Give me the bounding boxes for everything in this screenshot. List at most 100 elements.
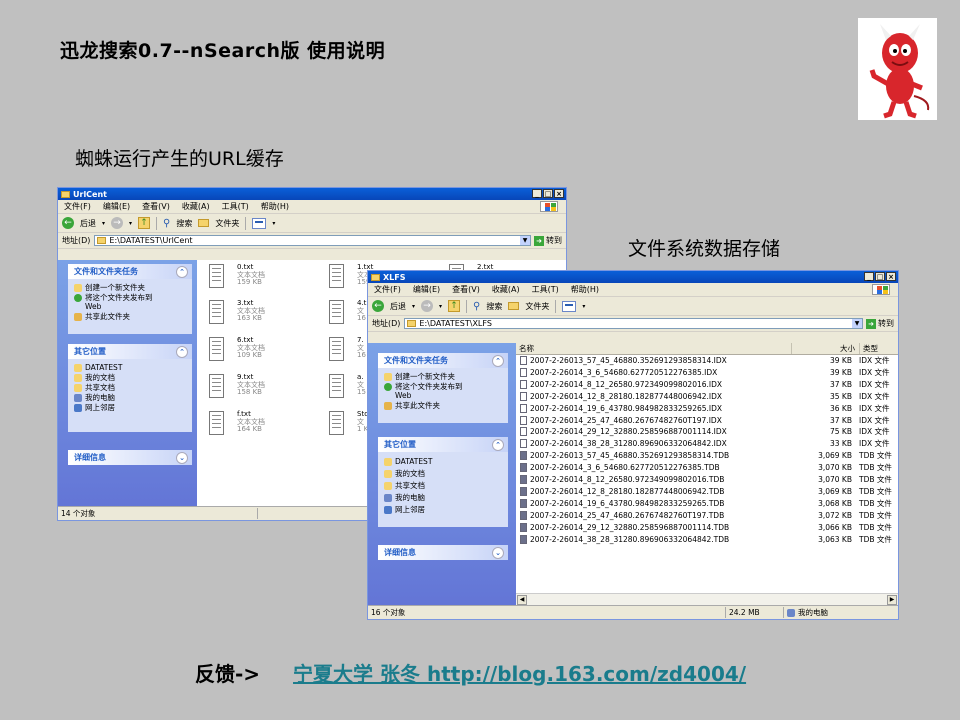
search-icon[interactable]: ⚲ <box>163 218 170 229</box>
forward-button[interactable]: → <box>421 300 434 312</box>
minimize-button[interactable]: _ <box>864 272 874 281</box>
back-button[interactable]: 后退 <box>80 218 96 229</box>
file-item[interactable]: f.txt 文本文档 164 KB <box>209 410 299 439</box>
go-button[interactable]: ➜ 转到 <box>534 235 562 246</box>
file-item[interactable]: 9.txt 文本文档 158 KB <box>209 373 299 402</box>
file-row[interactable]: 2007-2-26013_57_45_46880.352691293858314… <box>516 450 892 461</box>
column-size-header[interactable]: 大小 <box>792 343 860 354</box>
minimize-button[interactable]: _ <box>532 189 542 198</box>
views-button[interactable] <box>562 300 577 312</box>
column-type-header[interactable]: 类型 <box>860 343 898 354</box>
file-row[interactable]: 2007-2-26014_29_12_32880.258596887001114… <box>516 522 892 533</box>
menu-view[interactable]: 查看(V) <box>452 284 480 295</box>
chevron-down-icon[interactable]: ▾ <box>582 303 585 310</box>
file-row[interactable]: 2007-2-26014_38_28_31280.896906332064842… <box>516 534 892 545</box>
close-button[interactable]: × <box>886 272 896 281</box>
menu-tools[interactable]: 工具(T) <box>222 201 249 212</box>
menu-view[interactable]: 查看(V) <box>142 201 170 212</box>
chevron-down-icon[interactable]: ▾ <box>272 220 275 227</box>
place-network[interactable]: 网上邻居 <box>68 403 192 413</box>
menu-help[interactable]: 帮助(H) <box>571 284 599 295</box>
address-input[interactable]: E:\DATATEST\UrlCent ▼ <box>94 235 531 246</box>
search-button[interactable]: 搜索 <box>176 218 192 229</box>
chevron-down-icon[interactable]: ▾ <box>129 220 132 227</box>
menu-file[interactable]: 文件(F) <box>374 284 401 295</box>
back-button[interactable]: 后退 <box>390 301 406 312</box>
back-arrow-icon[interactable]: ← <box>62 217 74 229</box>
scroll-left-icon[interactable]: ◀ <box>517 595 527 605</box>
search-button[interactable]: 搜索 <box>486 301 502 312</box>
chevron-down-icon[interactable]: ▾ <box>412 303 415 310</box>
details-header[interactable]: 详细信息 ⌄ <box>378 545 508 560</box>
file-row[interactable]: 2007-2-26013_57_45_46880.352691293858314… <box>516 355 890 366</box>
file-row[interactable]: 2007-2-26014_3_6_54680.627720512276385.I… <box>516 367 890 378</box>
task-share-folder[interactable]: 共享此文件夹 <box>378 401 508 411</box>
menu-favorites[interactable]: 收藏(A) <box>182 201 210 212</box>
task-share-folder[interactable]: 共享此文件夹 <box>68 312 192 322</box>
file-tasks-header[interactable]: 文件和文件夹任务 ⌃ <box>378 353 508 368</box>
file-row[interactable]: 2007-2-26014_8_12_26580.972349099802016.… <box>516 474 892 485</box>
file-row[interactable]: 2007-2-26014_19_6_43780.984982833259265.… <box>516 498 892 509</box>
menu-help[interactable]: 帮助(H) <box>261 201 289 212</box>
other-places-header[interactable]: 其它位置 ⌃ <box>378 437 508 452</box>
file-item[interactable]: 3.txt 文本文档 163 KB <box>209 299 299 328</box>
place-network[interactable]: 网上邻居 <box>378 505 508 515</box>
up-folder-button[interactable]: ↑ <box>138 217 151 229</box>
back-arrow-icon[interactable]: ← <box>372 300 384 312</box>
views-button[interactable] <box>252 217 267 229</box>
forward-button[interactable]: → <box>111 217 124 229</box>
close-button[interactable]: × <box>554 189 564 198</box>
collapse-icon[interactable]: ⌃ <box>176 266 188 278</box>
address-input[interactable]: E:\DATATEST\XLFS ▼ <box>404 318 863 329</box>
place-shared-documents[interactable]: 共享文档 <box>378 481 508 493</box>
file-row[interactable]: 2007-2-26014_12_8_28180.182877448006942.… <box>516 391 890 402</box>
file-row[interactable]: 2007-2-26014_3_6_54680.627720512276385.T… <box>516 462 892 473</box>
task-publish-web-cont[interactable]: Web <box>378 391 508 401</box>
folders-icon[interactable] <box>508 302 520 310</box>
folders-button[interactable]: 文件夹 <box>215 218 239 229</box>
folders-icon[interactable] <box>198 219 210 227</box>
place-my-computer[interactable]: 我的电脑 <box>68 393 192 403</box>
title-bar[interactable]: XLFS _ □ × <box>368 271 898 283</box>
maximize-button[interactable]: □ <box>875 272 885 281</box>
file-item[interactable]: 0.txt 文本文档 159 KB <box>209 263 299 292</box>
file-item[interactable]: 6.txt 文本文档 109 KB <box>209 336 299 365</box>
menu-edit[interactable]: 编辑(E) <box>103 201 130 212</box>
up-folder-button[interactable]: ↑ <box>448 300 461 312</box>
file-row[interactable]: 2007-2-26014_19_6_43780.984982833259265.… <box>516 403 890 414</box>
place-datatest[interactable]: DATATEST <box>378 457 508 469</box>
place-my-computer[interactable]: 我的电脑 <box>378 493 508 505</box>
chevron-down-icon[interactable]: ▾ <box>439 303 442 310</box>
task-publish-web-cont[interactable]: Web <box>68 302 192 312</box>
menu-edit[interactable]: 编辑(E) <box>413 284 440 295</box>
file-row[interactable]: 2007-2-26014_38_28_31280.896906332064842… <box>516 438 890 449</box>
details-header[interactable]: 详细信息 ⌄ <box>68 450 192 465</box>
file-tasks-header[interactable]: 文件和文件夹任务 ⌃ <box>68 264 192 279</box>
collapse-icon[interactable]: ⌃ <box>492 355 504 367</box>
collapse-icon[interactable]: ⌃ <box>176 346 188 358</box>
menu-file[interactable]: 文件(F) <box>64 201 91 212</box>
go-button[interactable]: ➜ 转到 <box>866 318 894 329</box>
expand-icon[interactable]: ⌄ <box>492 547 504 559</box>
menu-tools[interactable]: 工具(T) <box>532 284 559 295</box>
menu-favorites[interactable]: 收藏(A) <box>492 284 520 295</box>
title-bar[interactable]: UrlCent _ □ × <box>58 188 566 200</box>
collapse-icon[interactable]: ⌃ <box>492 439 504 451</box>
chevron-down-icon[interactable]: ▼ <box>852 319 862 328</box>
expand-icon[interactable]: ⌄ <box>176 452 188 464</box>
task-new-folder[interactable]: 创建一个新文件夹 <box>68 283 192 293</box>
place-my-documents[interactable]: 我的文档 <box>378 469 508 481</box>
file-row[interactable]: 2007-2-26014_25_47_4680.26767482760T197.… <box>516 415 890 426</box>
maximize-button[interactable]: □ <box>543 189 553 198</box>
chevron-down-icon[interactable]: ▾ <box>102 220 105 227</box>
search-icon[interactable]: ⚲ <box>473 301 480 312</box>
author-blog-link[interactable]: 宁夏大学 张冬 http://blog.163.com/zd4004/ <box>293 662 746 686</box>
file-row[interactable]: 2007-2-26014_8_12_26580.972349099802016.… <box>516 379 890 390</box>
folders-button[interactable]: 文件夹 <box>525 301 549 312</box>
column-name-header[interactable]: 名称 <box>516 343 792 354</box>
place-my-documents[interactable]: 我的文档 <box>68 373 192 383</box>
place-datatest[interactable]: DATATEST <box>68 363 192 373</box>
place-shared-documents[interactable]: 共享文档 <box>68 383 192 393</box>
chevron-down-icon[interactable]: ▼ <box>520 236 530 245</box>
other-places-header[interactable]: 其它位置 ⌃ <box>68 344 192 359</box>
